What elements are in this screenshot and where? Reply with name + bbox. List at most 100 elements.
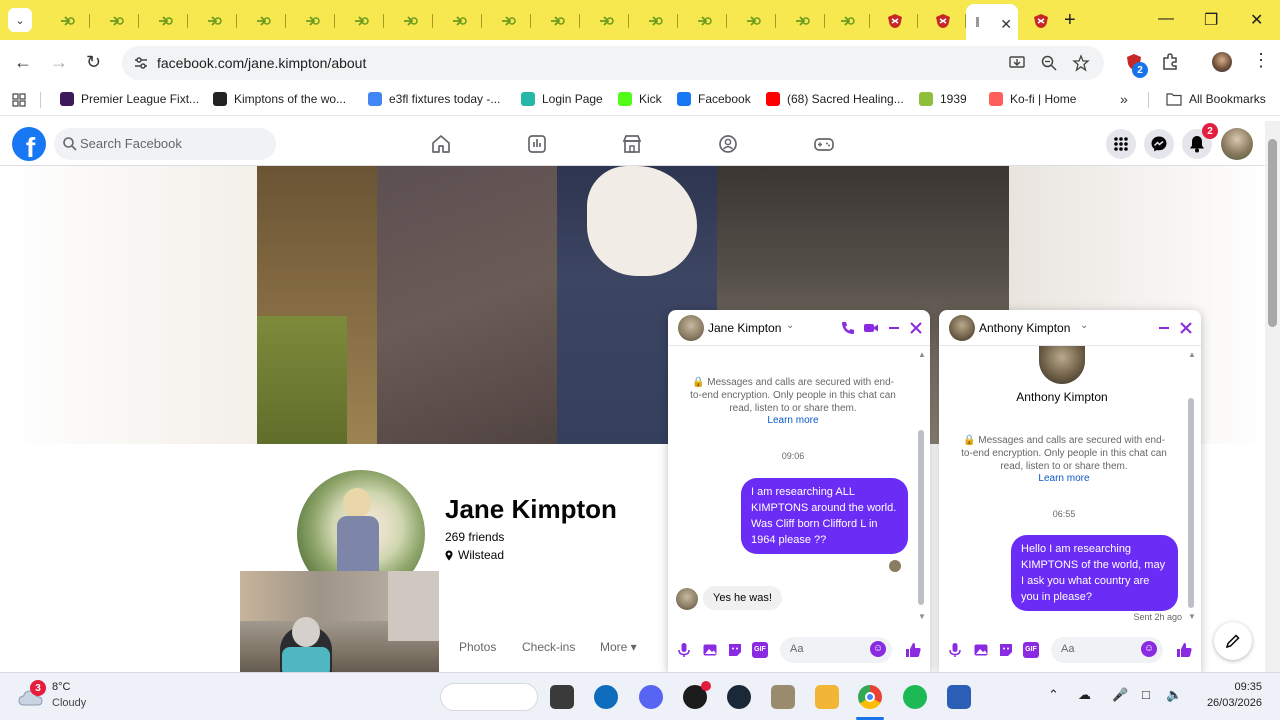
browser-tab[interactable] xyxy=(485,8,531,34)
browser-tab[interactable] xyxy=(632,8,678,34)
gaming-icon[interactable] xyxy=(813,133,835,155)
clock-time[interactable]: 09:35 xyxy=(1200,681,1262,693)
address-url[interactable]: facebook.com/jane.kimpton/about xyxy=(157,55,366,71)
bookmark-star-icon[interactable] xyxy=(1072,54,1090,72)
chat-scrollbar-jane[interactable] xyxy=(918,430,924,605)
bookmarks-overflow-chevron-icon[interactable]: » xyxy=(1120,91,1128,107)
microphone-icon[interactable] xyxy=(676,642,692,658)
chat-name-jane[interactable]: Jane Kimpton xyxy=(708,321,781,335)
sticker-icon[interactable] xyxy=(998,642,1014,658)
browser-tab[interactable] xyxy=(730,8,776,34)
messenger-button[interactable] xyxy=(1144,129,1174,159)
browser-tab[interactable] xyxy=(44,8,90,34)
scroll-down-arrow[interactable]: ▼ xyxy=(918,612,926,621)
bookmark-item[interactable]: (68) Sacred Healing... xyxy=(766,92,904,106)
message-input-jane[interactable]: Aa ☺ xyxy=(780,637,892,663)
marketplace-icon[interactable] xyxy=(621,133,643,155)
spotify-icon[interactable] xyxy=(903,685,927,709)
page-scrollbar[interactable] xyxy=(1265,121,1280,672)
minimize-chat-icon[interactable] xyxy=(1156,320,1172,336)
incoming-message[interactable]: Yes he was! xyxy=(703,586,782,610)
browser-tab[interactable] xyxy=(240,8,286,34)
file-explorer-icon[interactable] xyxy=(815,685,839,709)
back-button[interactable]: ← xyxy=(14,52,32,73)
bookmark-item[interactable]: Kick xyxy=(618,92,662,106)
weather-widget[interactable]: 3 xyxy=(18,680,48,711)
browser-tab[interactable] xyxy=(583,8,629,34)
taskbar-search-box[interactable] xyxy=(440,683,538,711)
extensions-puzzle-icon[interactable] xyxy=(1160,52,1180,72)
chrome-menu-button[interactable]: ⋮ xyxy=(1252,50,1270,71)
extension-shield-icon[interactable]: 2 xyxy=(1124,52,1148,78)
bookmark-item[interactable]: Kimptons of the wo... xyxy=(213,92,346,106)
active-browser-tab[interactable]: ✕ xyxy=(966,4,1018,40)
photo-icon[interactable] xyxy=(702,642,718,658)
editor-app-icon[interactable] xyxy=(947,685,971,709)
outlook-icon[interactable] xyxy=(594,685,618,709)
address-bar[interactable]: facebook.com/jane.kimpton/about xyxy=(122,46,1104,80)
forward-button[interactable]: → xyxy=(50,52,68,73)
chrome-profile-avatar[interactable] xyxy=(1212,52,1232,72)
app-icon[interactable] xyxy=(683,681,711,709)
browser-tab[interactable] xyxy=(142,8,188,34)
zoom-icon[interactable] xyxy=(1040,54,1058,72)
gif-icon[interactable]: GIF xyxy=(1023,642,1039,658)
tab-photos[interactable]: Photos xyxy=(459,640,496,654)
reload-button[interactable]: ↻ xyxy=(86,52,101,73)
clock-date[interactable]: 26/03/2026 xyxy=(1200,697,1262,709)
facebook-account-avatar[interactable] xyxy=(1221,128,1253,160)
install-app-icon[interactable] xyxy=(1008,54,1026,72)
site-info-icon[interactable] xyxy=(132,54,150,72)
tab-check-ins[interactable]: Check-ins xyxy=(522,640,575,654)
weather-description[interactable]: Cloudy xyxy=(52,697,86,709)
bookmark-item[interactable]: Facebook xyxy=(677,92,751,106)
bookmark-item[interactable]: Login Page xyxy=(521,92,603,106)
chevron-down-icon[interactable]: ⌄ xyxy=(786,320,794,331)
chat-header-anthony[interactable]: Anthony Kimpton ⌄ xyxy=(939,310,1201,346)
chat-scrollbar-anthony[interactable] xyxy=(1188,398,1194,608)
chat-avatar-jane[interactable] xyxy=(678,315,704,341)
phone-icon[interactable] xyxy=(840,320,856,336)
groups-icon[interactable] xyxy=(717,133,739,155)
onedrive-cloud-icon[interactable]: ☁ xyxy=(1078,687,1091,703)
microphone-tray-icon[interactable]: 🎤 xyxy=(1112,687,1128,703)
menu-grid-button[interactable] xyxy=(1106,129,1136,159)
apps-grid-icon[interactable] xyxy=(12,93,26,107)
chevron-down-icon[interactable]: ⌄ xyxy=(1080,320,1088,331)
browser-tab[interactable] xyxy=(436,8,482,34)
browser-tab[interactable] xyxy=(1018,8,1064,34)
new-message-button[interactable] xyxy=(1214,622,1252,660)
browser-tab[interactable] xyxy=(681,8,727,34)
bookmark-item[interactable]: 1939 xyxy=(919,92,967,106)
tab-search-button[interactable]: ⌄ xyxy=(8,8,32,32)
photo-icon[interactable] xyxy=(973,642,989,658)
weather-temperature[interactable]: 8°C xyxy=(52,681,70,693)
browser-tab[interactable] xyxy=(338,8,384,34)
browser-tab[interactable] xyxy=(824,8,870,34)
task-view-icon[interactable] xyxy=(550,685,574,709)
facebook-logo[interactable]: f xyxy=(12,127,46,161)
home-icon[interactable] xyxy=(430,133,452,155)
close-chat-icon[interactable] xyxy=(1178,320,1194,336)
contact-avatar-large[interactable] xyxy=(1039,346,1085,384)
outgoing-message[interactable]: I am researching ALL KIMPTONS around the… xyxy=(741,478,908,554)
sticker-icon[interactable] xyxy=(727,642,743,658)
video-call-icon[interactable] xyxy=(863,320,879,336)
dashboard-icon[interactable] xyxy=(526,133,548,155)
message-input-anthony[interactable]: Aa ☺ xyxy=(1051,637,1163,663)
volume-icon[interactable]: 🔈 xyxy=(1166,687,1182,703)
close-tab-icon[interactable]: ✕ xyxy=(1000,16,1012,33)
tray-overflow-chevron-icon[interactable]: ⌃ xyxy=(1048,687,1059,703)
microphone-icon[interactable] xyxy=(947,642,963,658)
page-scroll-thumb[interactable] xyxy=(1268,139,1277,327)
discord-icon[interactable] xyxy=(639,685,663,709)
bookmark-item[interactable]: e3fl fixtures today -... xyxy=(368,92,500,106)
browser-tab[interactable] xyxy=(920,8,966,34)
close-window-button[interactable]: ✕ xyxy=(1250,10,1263,30)
minimize-button[interactable]: — xyxy=(1158,10,1174,28)
steam-icon[interactable] xyxy=(727,685,751,709)
minimize-chat-icon[interactable] xyxy=(886,320,902,336)
facebook-search-input[interactable]: Search Facebook xyxy=(54,128,276,160)
browser-tab[interactable] xyxy=(534,8,580,34)
new-tab-button[interactable]: + xyxy=(1064,9,1076,32)
